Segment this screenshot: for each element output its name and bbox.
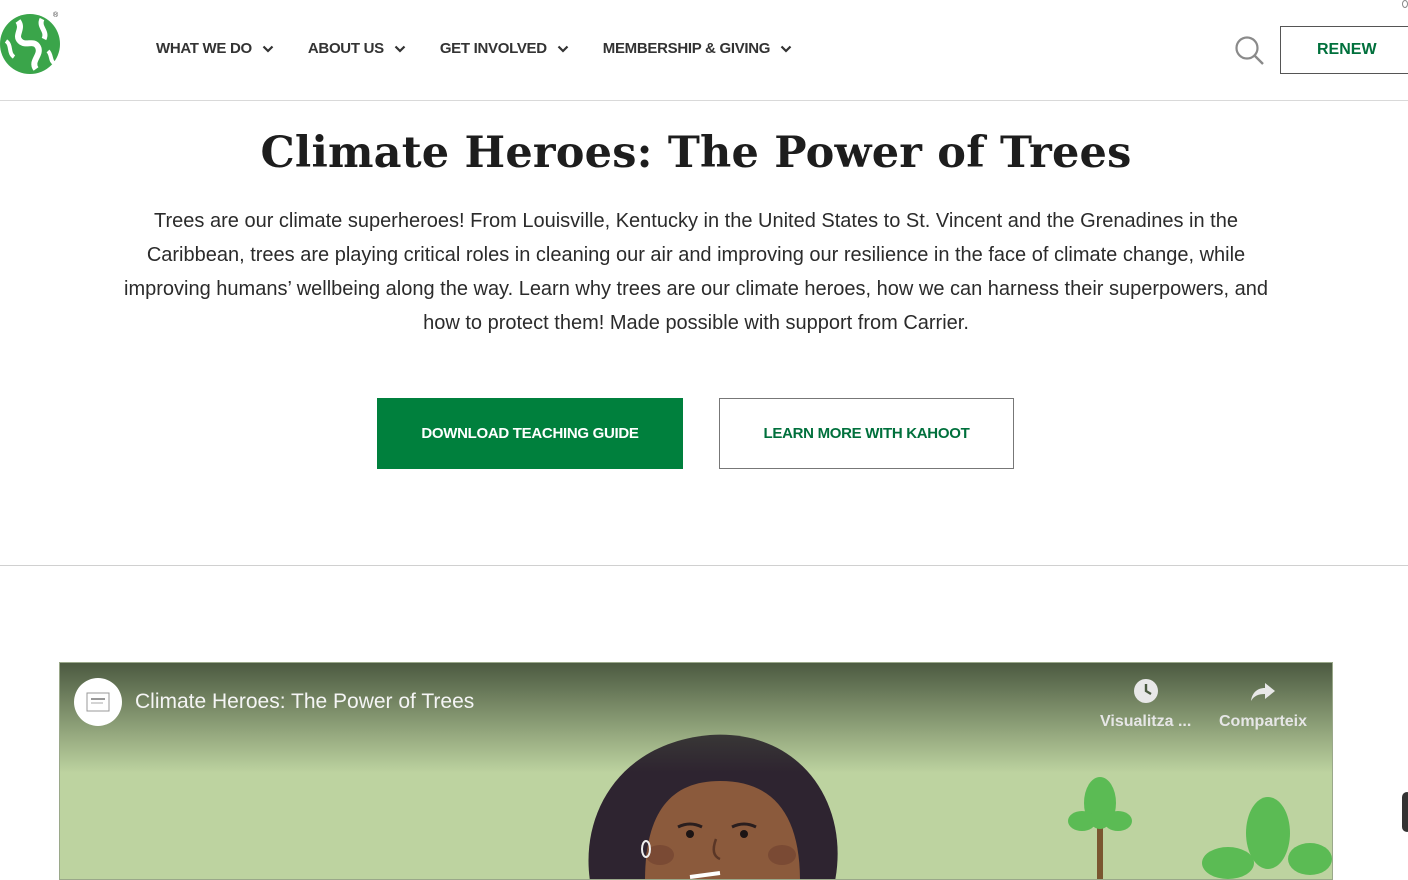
scroll-handle[interactable]	[1402, 792, 1408, 832]
share-button[interactable]: Comparteix	[1219, 677, 1307, 731]
page-title: Climate Heroes: The Power of Trees	[260, 128, 1132, 178]
page-description: Trees are our climate superheroes! From …	[124, 210, 1268, 334]
learn-more-kahoot-button[interactable]: LEARN MORE WITH KAHOOT	[719, 398, 1014, 469]
channel-logo-icon	[86, 692, 110, 712]
watch-later-button[interactable]: Visualitza ...	[1100, 677, 1191, 731]
channel-avatar[interactable]	[74, 678, 122, 726]
corner-indicator	[1402, 0, 1408, 8]
share-label: Comparteix	[1219, 713, 1308, 730]
chevron-down-icon	[780, 45, 792, 53]
nav-item-get-involved[interactable]: GET INVOLVED	[440, 40, 569, 57]
video-player[interactable]: Climate Heroes: The Power of Trees Visua…	[59, 662, 1333, 880]
share-icon	[1251, 683, 1276, 701]
chevron-down-icon	[394, 45, 406, 53]
nav-item-membership-giving[interactable]: MEMBERSHIP & GIVING	[603, 40, 792, 57]
site-header: ® WHAT WE DO ABOUT US GET INVOLVED MEMBE…	[0, 0, 1408, 101]
video-title[interactable]: Climate Heroes: The Power of Trees	[135, 690, 474, 714]
clock-icon	[1133, 679, 1158, 703]
section-divider	[0, 565, 1408, 566]
logo-icon[interactable]	[0, 11, 62, 77]
watch-later-label: Visualitza ...	[1100, 713, 1192, 730]
search-icon[interactable]	[1234, 35, 1266, 67]
main-nav: WHAT WE DO ABOUT US GET INVOLVED MEMBERS…	[156, 40, 792, 57]
registered-mark: ®	[53, 12, 59, 19]
download-teaching-guide-button[interactable]: DOWNLOAD TEACHING GUIDE	[377, 398, 683, 469]
nav-label: GET INVOLVED	[439, 40, 547, 57]
chevron-down-icon	[557, 45, 569, 53]
chevron-down-icon	[262, 45, 274, 53]
renew-button[interactable]: RENEW	[1280, 26, 1408, 74]
nav-item-what-we-do[interactable]: WHAT WE DO	[156, 40, 274, 57]
nav-label: ABOUT US	[307, 40, 384, 57]
nav-label: WHAT WE DO	[156, 40, 252, 57]
nav-item-about-us[interactable]: ABOUT US	[308, 40, 406, 57]
nav-label: MEMBERSHIP & GIVING	[602, 40, 771, 57]
